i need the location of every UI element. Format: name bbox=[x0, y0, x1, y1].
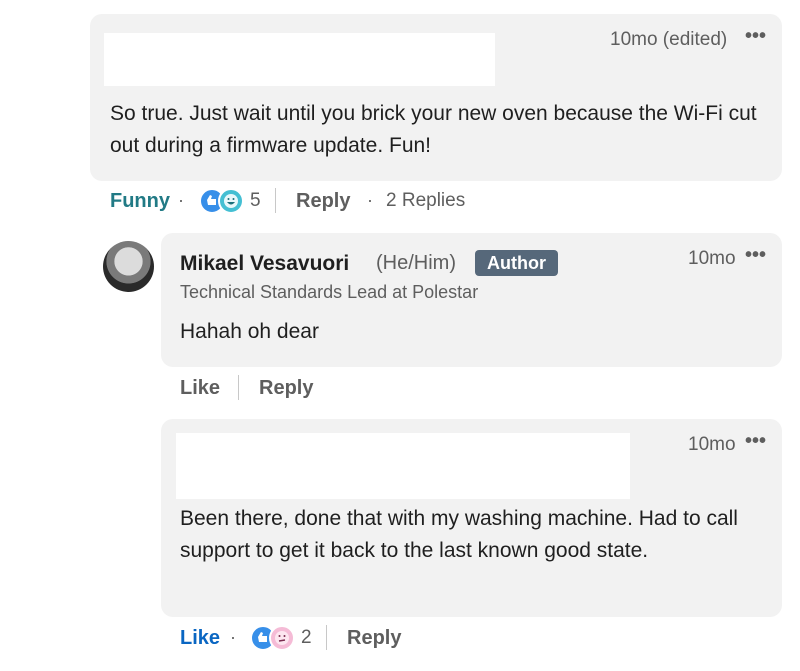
divider bbox=[275, 188, 276, 213]
redacted-author-area-1 bbox=[104, 33, 495, 86]
funny-reaction-button[interactable]: Funny bbox=[110, 190, 170, 213]
comment-time-1: 10mo (edited) bbox=[610, 29, 728, 50]
more-options-icon-3[interactable]: ••• bbox=[745, 430, 766, 453]
author-pronouns: (He/Him) bbox=[376, 252, 456, 274]
author-badge: Author bbox=[475, 250, 558, 276]
laughing-face-icon bbox=[218, 188, 244, 214]
separator-dot: · bbox=[178, 190, 184, 210]
divider bbox=[326, 625, 327, 650]
thinking-face-icon bbox=[269, 625, 295, 651]
like-button-3[interactable]: Like bbox=[180, 627, 220, 650]
author-name[interactable]: Mikael Vesavuori bbox=[180, 252, 349, 276]
avatar[interactable] bbox=[103, 241, 154, 292]
comment-text-2: Hahah oh dear bbox=[180, 320, 319, 343]
replies-link[interactable]: 2 Replies bbox=[386, 190, 465, 212]
separator-dot: · bbox=[230, 627, 236, 647]
reply-button-1[interactable]: Reply bbox=[296, 190, 350, 213]
reply-button-3[interactable]: Reply bbox=[347, 627, 401, 650]
redacted-author-area-3 bbox=[176, 433, 630, 499]
reply-button-2[interactable]: Reply bbox=[259, 377, 313, 400]
reaction-count-1[interactable]: 5 bbox=[250, 190, 261, 212]
divider bbox=[238, 375, 239, 400]
separator-dot: · bbox=[367, 190, 373, 210]
like-button-2[interactable]: Like bbox=[180, 377, 220, 400]
comment-text-3: Been there, done that with my washing ma… bbox=[180, 507, 738, 562]
comment-text-1: So true. Just wait until you brick your … bbox=[110, 102, 757, 157]
more-options-icon-1[interactable]: ••• bbox=[745, 25, 766, 48]
reaction-count-3[interactable]: 2 bbox=[301, 627, 312, 649]
author-headline: Technical Standards Lead at Polestar bbox=[180, 282, 479, 302]
comment-time-3: 10mo bbox=[688, 434, 736, 455]
comment-time-2: 10mo bbox=[688, 248, 736, 269]
more-options-icon-2[interactable]: ••• bbox=[745, 244, 766, 267]
